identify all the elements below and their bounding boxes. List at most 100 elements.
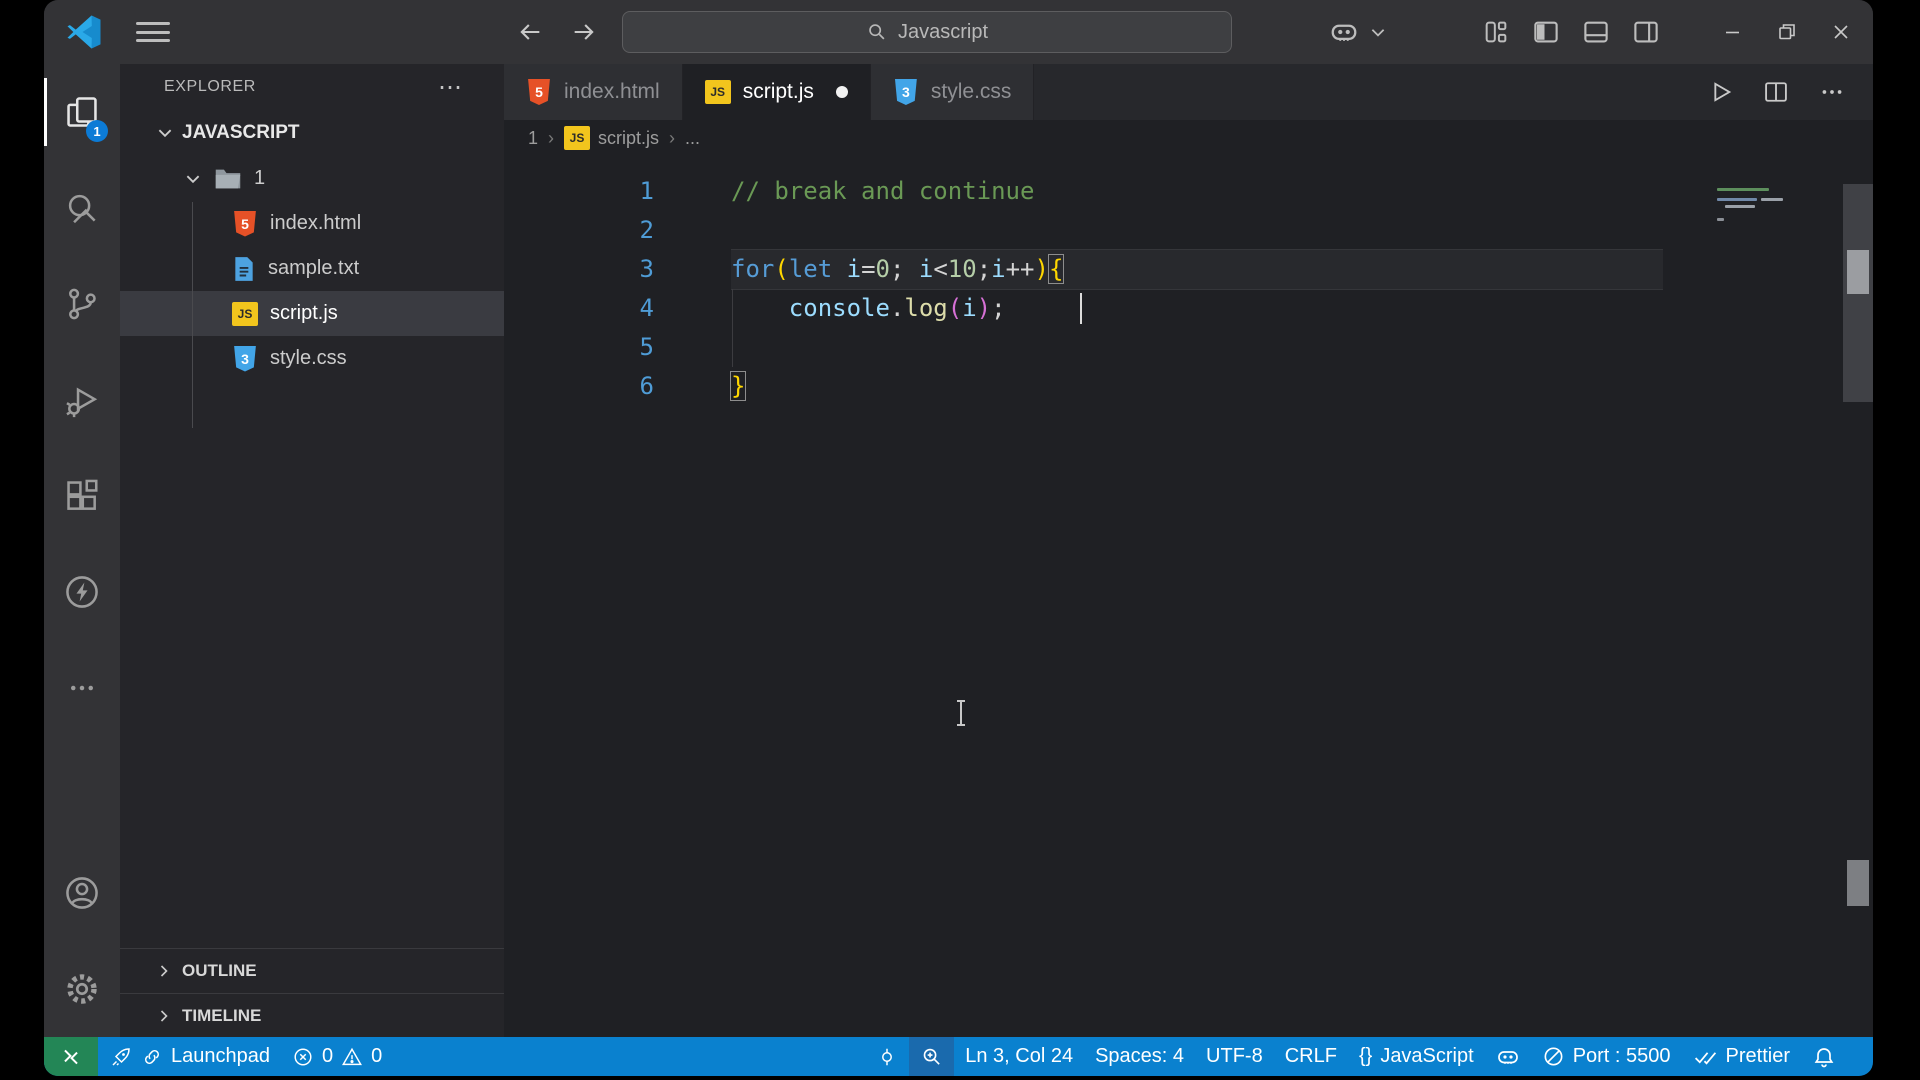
- braces-icon: {}: [1358, 1045, 1373, 1067]
- line-number: 6: [639, 372, 654, 400]
- launchpad-button[interactable]: Launchpad: [98, 1037, 281, 1076]
- js-file-icon: JS: [564, 126, 591, 150]
- search-placeholder: Javascript: [897, 20, 989, 43]
- code-line-2[interactable]: 2: [504, 211, 1873, 250]
- tree-file-index.html[interactable]: 5 index.html: [120, 201, 504, 246]
- sidebar-item-search[interactable]: [44, 160, 120, 256]
- sidebar-item-explorer[interactable]: 1: [44, 64, 120, 160]
- language-mode[interactable]: {} JavaScript: [1348, 1037, 1485, 1076]
- encoding-setting[interactable]: UTF-8: [1195, 1037, 1274, 1076]
- sidebar-item-live-server[interactable]: [44, 544, 120, 640]
- more-actions-icon[interactable]: [44, 640, 120, 736]
- tab-index.html[interactable]: 5 index.html: [504, 64, 683, 120]
- explorer-sidebar: EXPLORER ⋯ JAVASCRIPT 1 5 index.html sampl…: [120, 64, 504, 1037]
- breadcrumb-item[interactable]: 1: [528, 128, 538, 149]
- code-line-1[interactable]: 1// break and continue: [504, 172, 1873, 211]
- indentation-setting[interactable]: Spaces: 4: [1084, 1037, 1195, 1076]
- breadcrumb: 1 › JS script.js ›...: [504, 120, 1873, 156]
- indent-guide: [732, 289, 733, 367]
- screencast-button[interactable]: [865, 1037, 909, 1076]
- notifications-bell-icon[interactable]: [1801, 1037, 1847, 1076]
- outline-section[interactable]: OUTLINE: [120, 949, 504, 993]
- command-center-search[interactable]: Javascript: [622, 11, 1232, 53]
- zoom-button[interactable]: [909, 1037, 955, 1076]
- problems-button[interactable]: 0 0: [281, 1037, 393, 1076]
- chevron-down-icon: [158, 129, 172, 138]
- minimize-button[interactable]: [1711, 10, 1755, 54]
- settings-gear-icon[interactable]: [44, 941, 120, 1037]
- accounts-icon[interactable]: [44, 845, 120, 941]
- error-count: 0: [321, 1045, 334, 1067]
- toggle-secondary-sidebar-icon[interactable]: [1629, 15, 1663, 49]
- explorer-badge: 1: [86, 120, 108, 142]
- link-icon: [145, 1049, 159, 1064]
- copilot-status-icon[interactable]: [1485, 1037, 1531, 1076]
- code-line-4[interactable]: 4 console.log(i);: [504, 289, 1873, 328]
- eol-setting[interactable]: CRLF: [1274, 1037, 1348, 1076]
- status-bar: Launchpad 0 0 Ln 3, Col 24 Spaces: 4 UTF…: [44, 1037, 1873, 1076]
- navigate-forward-icon[interactable]: [568, 16, 600, 48]
- chevron-right-icon: [160, 1009, 168, 1022]
- editor-more-actions-icon[interactable]: [1817, 77, 1847, 107]
- breadcrumb-item[interactable]: ...: [685, 128, 700, 149]
- toggle-sidebar-icon[interactable]: [1529, 15, 1563, 49]
- warnings-icon: [342, 1047, 363, 1065]
- line-number: 5: [639, 333, 654, 361]
- modified-indicator[interactable]: [835, 86, 848, 98]
- mouse-text-cursor-icon: [951, 698, 971, 728]
- sidebar-item-extensions[interactable]: [44, 448, 120, 544]
- code-line-3[interactable]: 3 for(let i=0; i<10;i++){: [504, 250, 1873, 289]
- folder-icon: [215, 169, 241, 188]
- rocket-icon: [112, 1047, 130, 1066]
- minimap[interactable]: [1711, 186, 1841, 256]
- tree-file-script.js[interactable]: JS script.js: [120, 291, 504, 336]
- chevron-right-icon: [160, 965, 168, 977]
- tab-style.css[interactable]: 3 style.css: [870, 64, 1035, 120]
- css-file-icon: 3: [234, 345, 256, 372]
- search-icon: [869, 24, 885, 40]
- copilot-icon[interactable]: [1327, 15, 1361, 49]
- tab-strip: 5 index.html JS script.js 3 style.css: [504, 64, 1873, 120]
- chevron-down-icon[interactable]: [1361, 15, 1395, 49]
- explorer-more-actions-icon[interactable]: ⋯: [438, 73, 464, 102]
- sidebar-item-run-debug[interactable]: [44, 352, 120, 448]
- breadcrumb-item[interactable]: JS script.js: [564, 126, 659, 150]
- tab-script.js[interactable]: JS script.js: [682, 64, 871, 120]
- screen-background: Javascript 1 EXPLORER ⋯ JAVASCRIPT 1 5 i…: [0, 0, 1920, 1080]
- explorer-title: EXPLORER: [164, 78, 256, 95]
- restore-button[interactable]: [1765, 10, 1809, 54]
- line-number: 1: [639, 177, 654, 205]
- zoom-in-icon: [923, 1048, 940, 1065]
- customize-layout-icon[interactable]: [1479, 15, 1513, 49]
- tree-file-style.css[interactable]: 3 style.css: [120, 336, 504, 381]
- editor-group: 5 index.html JS script.js 3 style.css 1 › JS: [504, 64, 1873, 1037]
- timeline-section[interactable]: TIMELINE: [120, 993, 504, 1037]
- sidebar-item-source-control[interactable]: [44, 256, 120, 352]
- line-number: 4: [639, 294, 654, 322]
- vertical-scrollbar[interactable]: [1843, 156, 1873, 1037]
- tree-folder-1[interactable]: 1: [120, 156, 504, 201]
- html-file-icon: 5: [528, 79, 550, 105]
- toggle-panel-icon[interactable]: [1579, 15, 1613, 49]
- errors-icon: [294, 1047, 312, 1066]
- search-icon: [68, 194, 96, 224]
- close-button[interactable]: [1819, 10, 1863, 54]
- live-server-port[interactable]: Port : 5500: [1531, 1037, 1682, 1076]
- split-editor-icon[interactable]: [1761, 77, 1791, 107]
- navigate-back-icon[interactable]: [514, 16, 546, 48]
- workspace-root[interactable]: JAVASCRIPT: [120, 110, 504, 156]
- code-editor[interactable]: 1// break and continue 2 3 for(let i=0; i<1…: [504, 156, 1873, 1037]
- prettier-status[interactable]: Prettier: [1682, 1037, 1801, 1076]
- line-number: 3: [639, 255, 654, 283]
- title-bar: Javascript: [44, 0, 1873, 64]
- cursor-position[interactable]: Ln 3, Col 24: [954, 1037, 1084, 1076]
- code-line-5[interactable]: 5: [504, 328, 1873, 367]
- js-file-icon: JS: [704, 80, 731, 104]
- css-file-icon: 3: [894, 79, 917, 105]
- code-line-6[interactable]: 6}: [504, 367, 1873, 406]
- tree-file-sample.txt[interactable]: sample.txt: [120, 246, 504, 291]
- slash-circle-icon: [1544, 1047, 1563, 1066]
- menu-hamburger-icon[interactable]: [136, 17, 170, 47]
- remote-indicator[interactable]: [44, 1037, 98, 1076]
- run-code-icon[interactable]: [1705, 77, 1735, 107]
